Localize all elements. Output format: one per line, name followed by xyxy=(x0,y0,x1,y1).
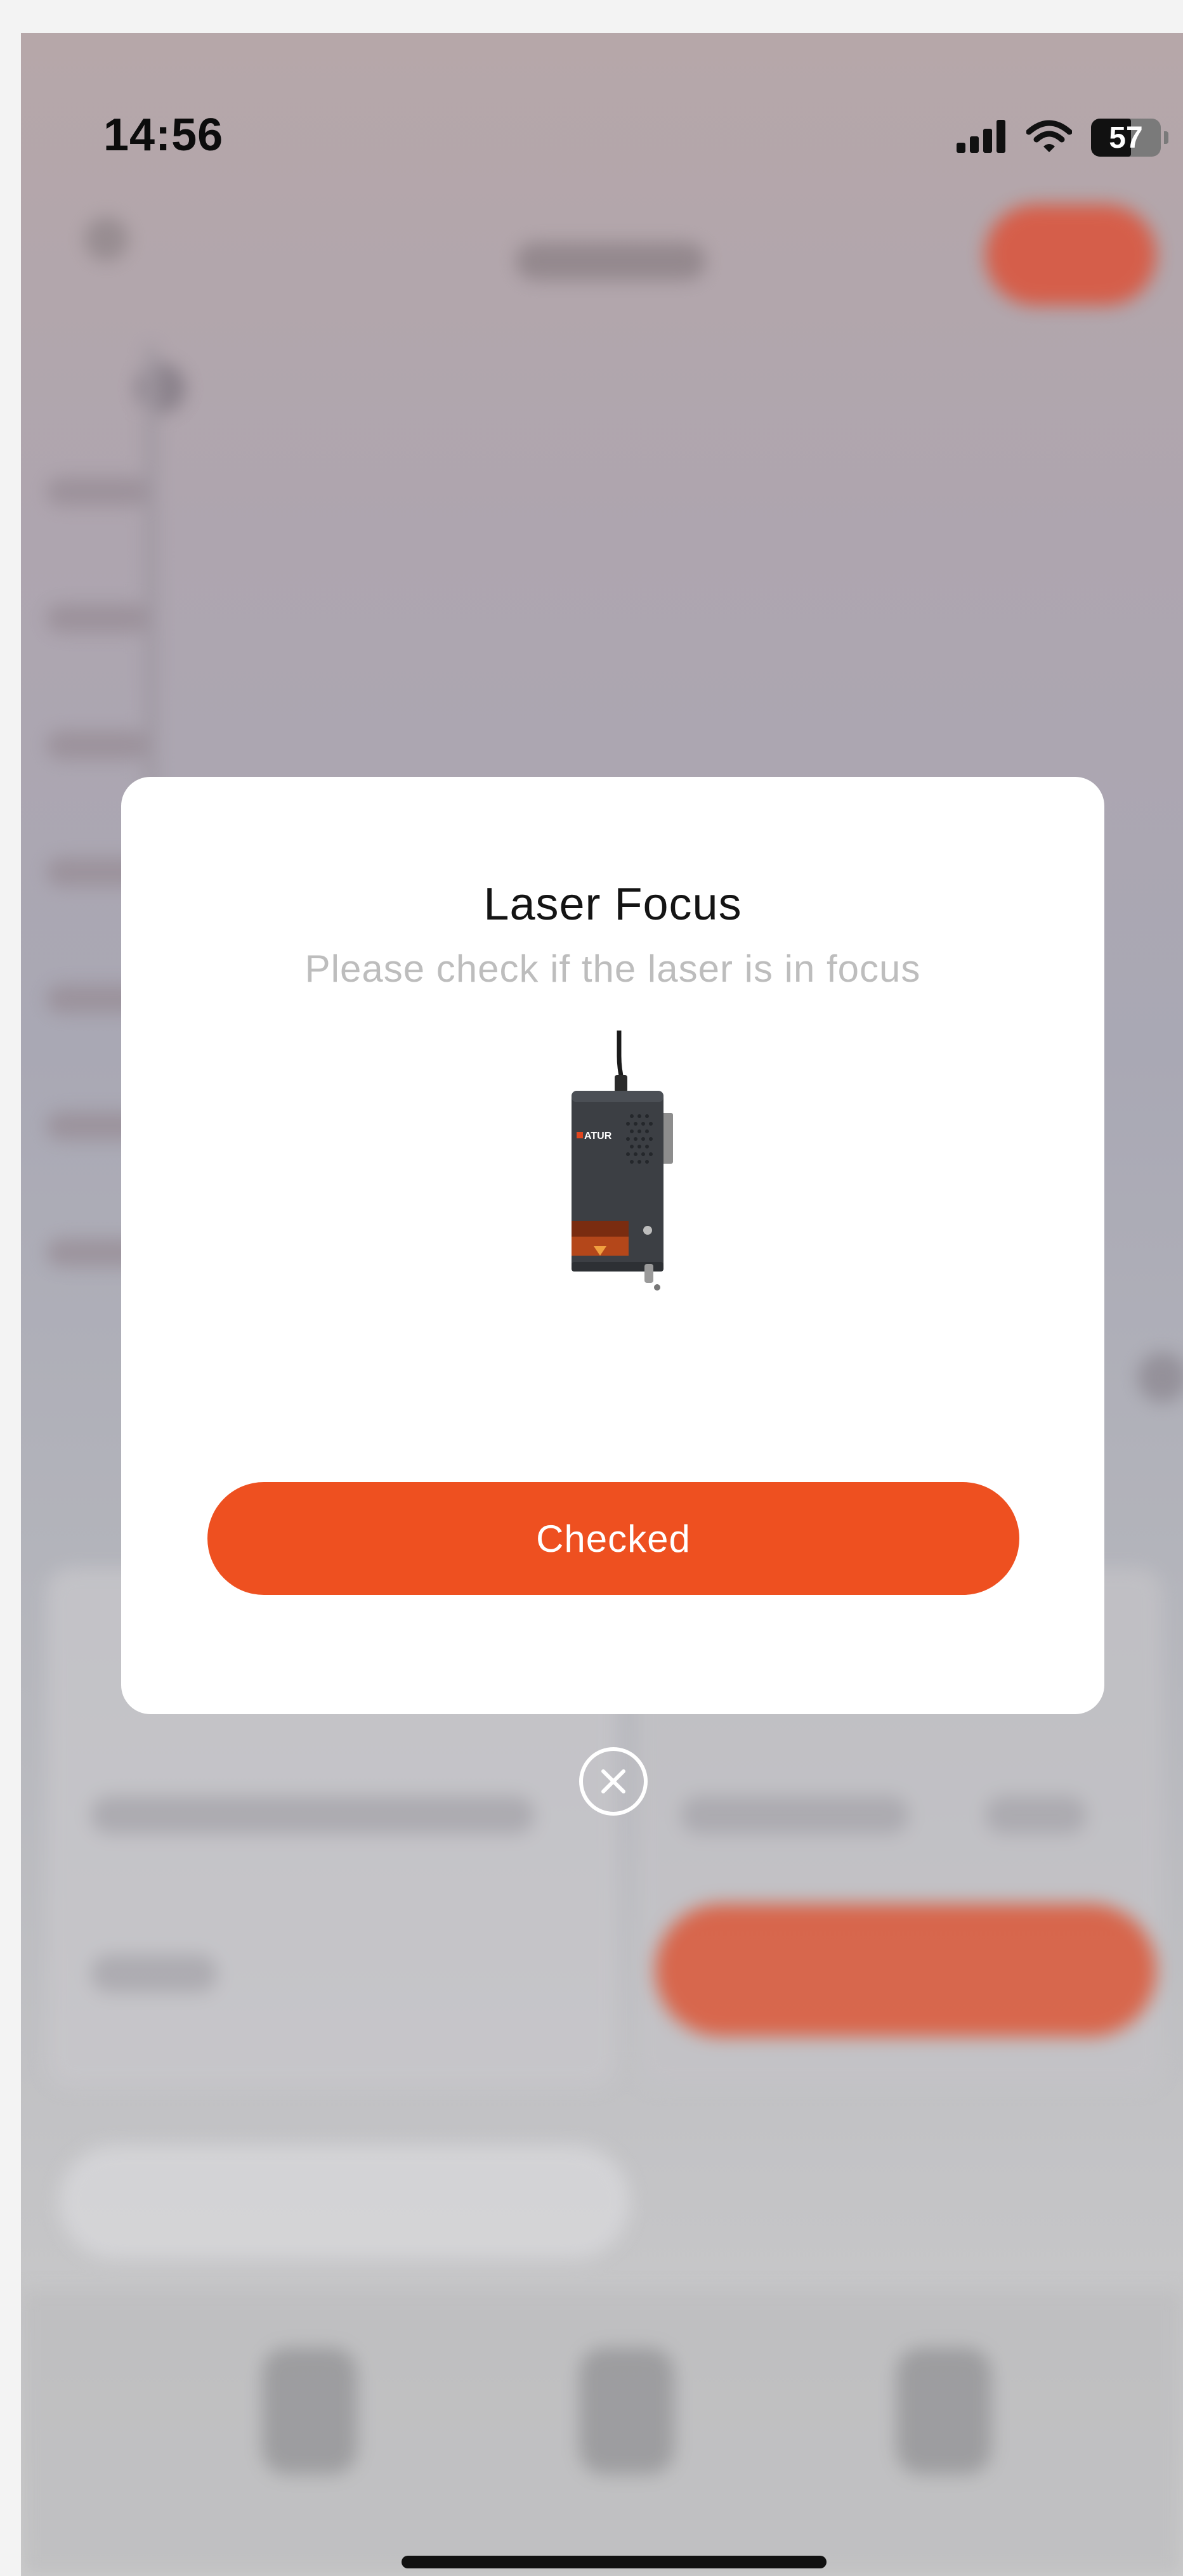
background-action-button xyxy=(985,204,1156,306)
dialog-subtitle: Please check if the laser is in focus xyxy=(304,947,921,990)
battery-icon: 57 xyxy=(1091,119,1168,157)
cellular-signal-icon xyxy=(957,119,1007,156)
dialog-title: Laser Focus xyxy=(483,879,742,930)
laser-focus-dialog: Laser Focus Please check if the laser is… xyxy=(121,777,1104,1714)
checked-button[interactable]: Checked xyxy=(207,1482,1019,1595)
background-back-button xyxy=(84,217,129,261)
background-rail-tick xyxy=(46,477,148,506)
app-screen: 14:56 57 Laser Focus Please check if the… xyxy=(21,33,1183,2576)
background-row xyxy=(91,1796,535,1834)
background-tab-icon xyxy=(896,2348,991,2475)
background-primary-button xyxy=(655,1904,1156,2037)
background-rail-handle xyxy=(135,363,186,413)
background-row xyxy=(681,1796,909,1834)
background-side-handle xyxy=(1137,1352,1183,1403)
background-rail-tick xyxy=(46,604,148,633)
background-row xyxy=(91,1955,218,1993)
close-circle-icon xyxy=(601,1769,625,1793)
background-bottom-pill xyxy=(59,2145,630,2259)
home-indicator[interactable] xyxy=(402,2556,827,2568)
battery-level: 57 xyxy=(1109,120,1143,155)
laser-module-image: ATUR xyxy=(559,1031,692,1297)
background-row xyxy=(985,1796,1087,1834)
close-dialog-button[interactable] xyxy=(579,1747,648,1816)
svg-text:ATUR: ATUR xyxy=(584,1131,612,1142)
status-bar-icons: 57 xyxy=(957,115,1168,160)
background-tab-icon xyxy=(579,2348,674,2475)
wifi-icon xyxy=(1026,119,1073,157)
background-rail-tick xyxy=(46,731,148,760)
background-page-title xyxy=(516,242,706,280)
status-bar-time: 14:56 xyxy=(103,110,224,160)
background-tab-icon xyxy=(262,2348,357,2475)
